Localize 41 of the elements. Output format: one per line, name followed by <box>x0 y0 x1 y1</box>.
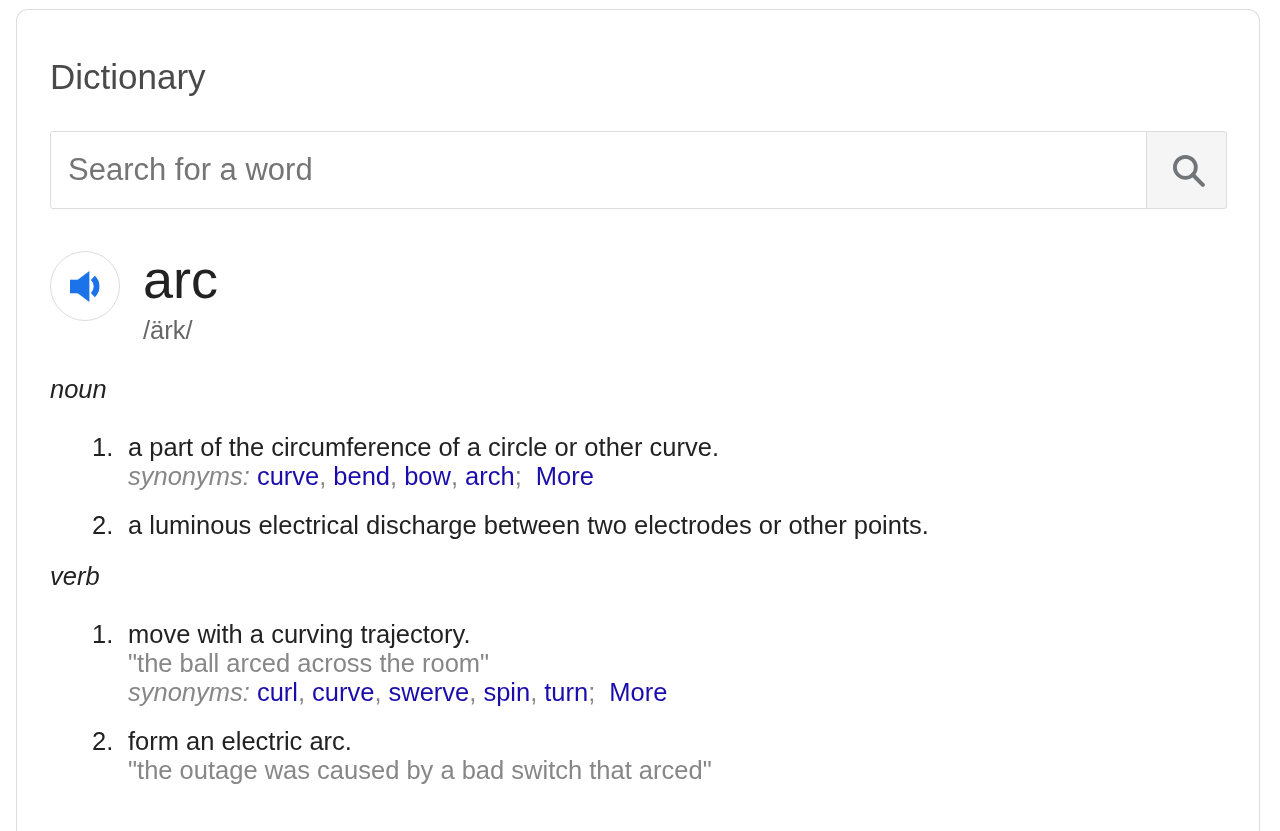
synonym-link[interactable]: swerve <box>388 678 470 707</box>
definition-text: a part of the circumference of a circle or other curve. <box>128 433 719 462</box>
synonyms-label: synonyms: <box>128 462 250 491</box>
synonym-link[interactable]: spin <box>483 678 531 707</box>
synonym-link[interactable]: arch <box>465 462 515 491</box>
separator-text: , <box>530 678 538 707</box>
sense-number: 1. <box>92 620 114 648</box>
separator-text: ; <box>588 678 596 707</box>
synonym-link[interactable]: curve <box>312 678 375 707</box>
sense-number: 2. <box>92 727 114 755</box>
separator-text: , <box>319 462 327 491</box>
search-button[interactable] <box>1147 131 1227 209</box>
example-text: "the ball arced across the room" <box>128 649 490 678</box>
separator-text: , <box>469 678 477 707</box>
synonym-link[interactable]: turn <box>544 678 589 707</box>
synonym-link[interactable]: bend <box>333 462 391 491</box>
sense-number: 1. <box>92 433 114 461</box>
synonym-link[interactable]: bow <box>404 462 451 491</box>
separator-text: ; <box>514 462 522 491</box>
synonyms-label: synonyms: <box>128 678 250 707</box>
sense-number: 2. <box>92 511 114 539</box>
search-icon <box>1172 155 1205 187</box>
speaker-icon <box>69 270 101 302</box>
separator-text: , <box>450 462 459 491</box>
separator-text: , <box>390 462 398 491</box>
more-link[interactable]: More <box>609 678 668 707</box>
headword: arc <box>143 249 218 309</box>
part-of-speech-label: noun <box>50 375 107 404</box>
synonym-link[interactable]: curve <box>256 462 320 491</box>
separator-text: , <box>374 678 382 707</box>
more-link[interactable]: More <box>535 462 594 491</box>
pronunciation-text: /ärk/ <box>143 316 193 345</box>
definition-text: form an electric arc. <box>128 727 352 756</box>
definition-text: a luminous electrical discharge between two electrodes or other points. <box>128 511 929 540</box>
example-text: "the outage was caused by a bad switch that arced" <box>128 756 712 785</box>
card-title: Dictionary <box>50 57 206 97</box>
search-field[interactable]: Search for a word <box>50 131 1147 209</box>
definition-text: move with a curving trajectory. <box>128 620 471 649</box>
synonym-link[interactable]: curl <box>256 678 298 707</box>
separator-text: , <box>297 678 306 707</box>
part-of-speech-label: verb <box>50 562 100 591</box>
